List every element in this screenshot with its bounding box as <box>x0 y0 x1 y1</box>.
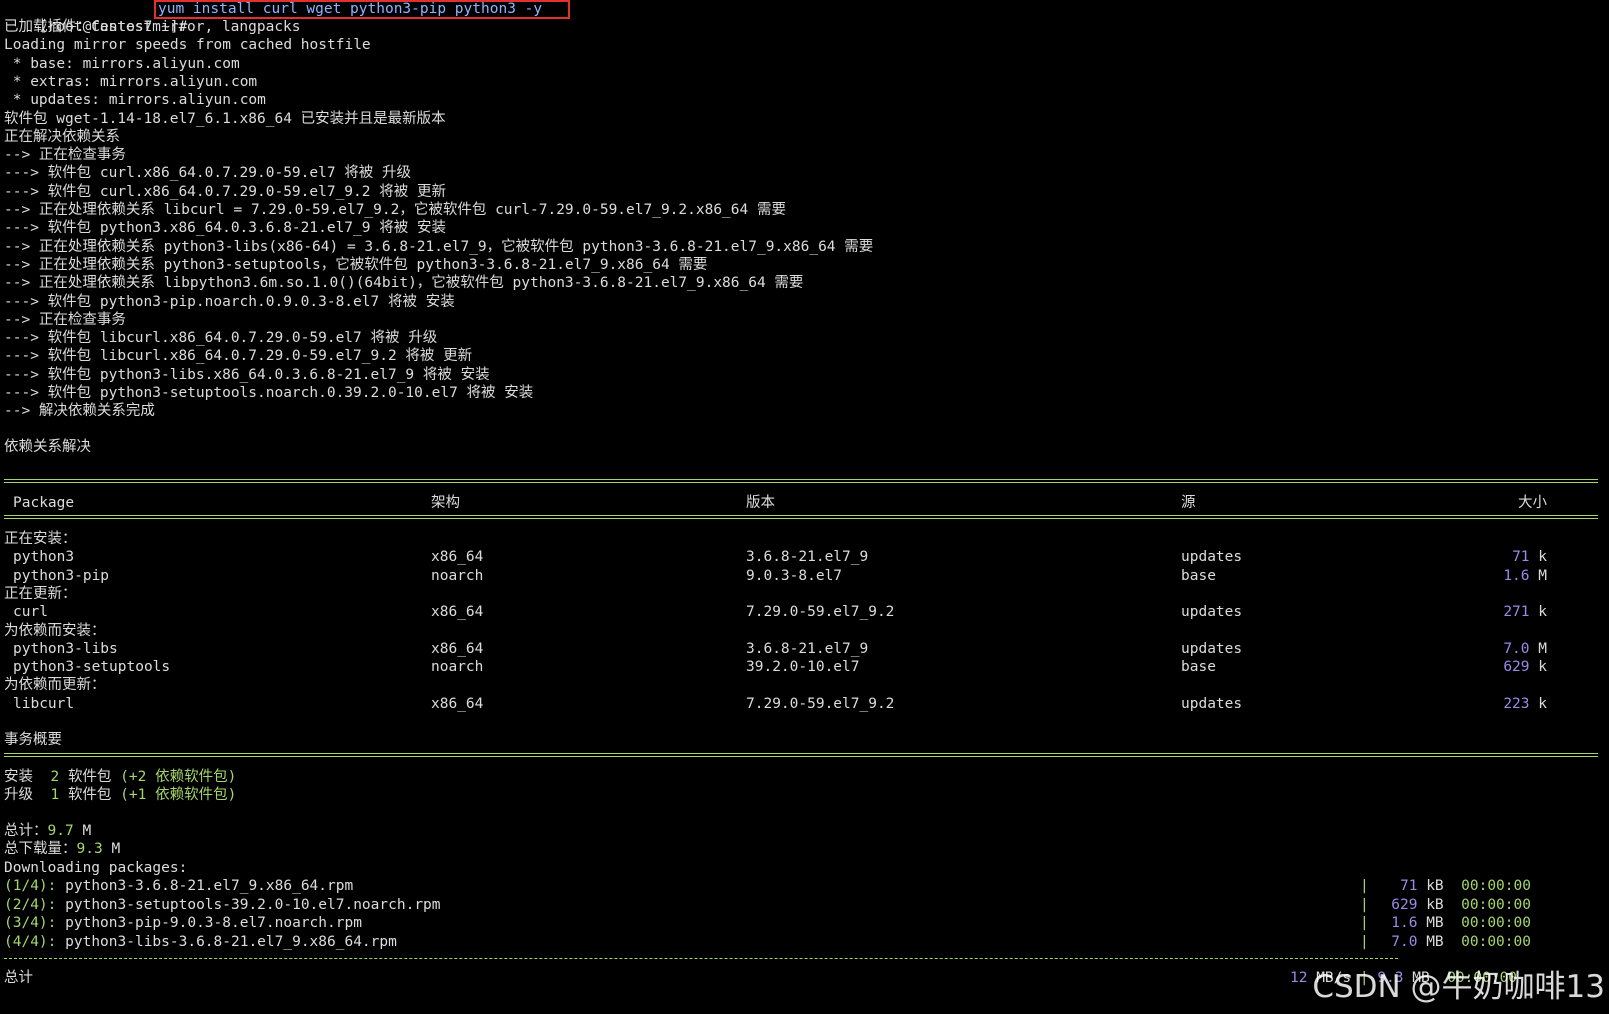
log-line: * extras: mirrors.aliyun.com <box>4 73 258 90</box>
terminal-window[interactable]: [root@Centos7 ~]# yum install curl wget … <box>0 0 1609 1014</box>
downloading-title: Downloading packages: <box>4 860 188 876</box>
summary-upgrade: 升级 1 软件包 (+1 依赖软件包) <box>4 787 237 803</box>
cell-package: python3-pip <box>13 567 110 584</box>
download-stats: | 71 kB 00:00:00 <box>1360 878 1531 894</box>
separator-header <box>4 515 1598 519</box>
cell-size: 1.6 M <box>1503 567 1547 584</box>
download-item: (3/4): python3-pip-9.0.3-8.el7.noarch.rp… <box>4 915 362 931</box>
log-line: --> 正在检查事务 <box>4 311 126 328</box>
table-group-label: 正在更新： <box>4 585 77 602</box>
cell-arch: noarch <box>431 659 484 676</box>
summary-install: 安装 2 软件包 (+2 依赖软件包) <box>4 769 237 785</box>
csdn-watermark: CSDN @牛奶咖啡13 <box>1312 969 1605 1005</box>
header-arch: 架构 <box>431 495 460 511</box>
log-line: * base: mirrors.aliyun.com <box>4 55 240 72</box>
table-group-label: 正在安装： <box>4 531 77 547</box>
log-line: Loading mirror speeds from cached hostfi… <box>4 37 371 54</box>
cell-repo: updates <box>1181 695 1243 712</box>
command-highlight-box <box>154 0 570 19</box>
cell-size: 71 k <box>1512 549 1547 566</box>
table-group-label: 为依赖而安装： <box>4 622 106 639</box>
log-line: ---> 软件包 python3-pip.noarch.0.9.0.3-8.el… <box>4 293 455 310</box>
cell-package: python3-setuptools <box>13 659 171 676</box>
cell-arch: x86_64 <box>431 640 484 657</box>
download-stats: | 7.0 MB 00:00:00 <box>1360 933 1531 950</box>
log-line: ---> 软件包 python3.x86_64.0.3.6.8-21.el7_9… <box>4 220 446 237</box>
cell-repo: base <box>1181 659 1216 676</box>
summary-title: 事务概要 <box>4 732 62 748</box>
download-stats: | 1.6 MB 00:00:00 <box>1360 915 1531 931</box>
cell-arch: noarch <box>431 567 484 584</box>
table-group-label: 为依赖而更新： <box>4 677 106 694</box>
log-line: --> 正在处理依赖关系 python3-setuptools，它被软件包 py… <box>4 256 708 273</box>
cell-size: 629 k <box>1503 659 1547 676</box>
log-line: --> 正在处理依赖关系 python3-libs(x86-64) = 3.6.… <box>4 238 874 255</box>
log-line: --> 正在处理依赖关系 libpython3.6m.so.1.0()(64bi… <box>4 275 804 292</box>
summary-download: 总下载量：9.3 M <box>4 841 121 857</box>
download-stats: | 629 kB 00:00:00 <box>1360 896 1531 913</box>
log-line: ---> 软件包 curl.x86_64.0.7.29.0-59.el7_9.2… <box>4 183 446 200</box>
cell-repo: updates <box>1181 604 1243 621</box>
log-line: * updates: mirrors.aliyun.com <box>4 92 266 109</box>
cell-version: 9.0.3-8.el7 <box>746 567 843 584</box>
cell-repo: base <box>1181 567 1216 584</box>
header-repo: 源 <box>1181 495 1196 511</box>
cell-size: 223 k <box>1503 695 1547 712</box>
log-line: --> 正在处理依赖关系 libcurl = 7.29.0-59.el7_9.2… <box>4 202 786 218</box>
cell-size: 271 k <box>1503 604 1547 621</box>
cell-package: libcurl <box>13 695 75 712</box>
header-size: 大小 <box>1518 495 1547 511</box>
summary-total: 总计：9.7 M <box>4 823 92 839</box>
log-line: 软件包 wget-1.14-18.el7_6.1.x86_64 已安装并且是最新… <box>4 110 446 127</box>
separator-downloads <box>4 958 1398 959</box>
separator-top <box>4 479 1598 483</box>
log-line: 正在解决依赖关系 <box>4 128 120 145</box>
separator-summary <box>4 753 1598 757</box>
cell-package: python3 <box>13 549 75 566</box>
log-line: ---> 软件包 libcurl.x86_64.0.7.29.0-59.el7_… <box>4 348 473 365</box>
log-line: ---> 软件包 python3-libs.x86_64.0.3.6.8-21.… <box>4 366 490 383</box>
cell-arch: x86_64 <box>431 604 484 621</box>
download-item: (2/4): python3-setuptools-39.2.0-10.el7.… <box>4 896 441 913</box>
cell-arch: x86_64 <box>431 695 484 712</box>
cell-package: python3-libs <box>13 640 118 657</box>
log-line: ---> 软件包 python3-setuptools.noarch.0.39.… <box>4 385 534 401</box>
cell-repo: updates <box>1181 640 1243 657</box>
cell-repo: updates <box>1181 549 1243 566</box>
log-line: 已加载插件：fastestmirror, langpacks <box>4 19 301 35</box>
cell-package: curl <box>13 604 48 621</box>
log-line: --> 解决依赖关系完成 <box>4 403 155 420</box>
cell-size: 7.0 M <box>1503 640 1547 657</box>
cell-version: 3.6.8-21.el7_9 <box>746 549 869 566</box>
log-line: ---> 软件包 libcurl.x86_64.0.7.29.0-59.el7 … <box>4 330 438 347</box>
download-total-label: 总计 <box>4 970 33 986</box>
log-line: ---> 软件包 curl.x86_64.0.7.29.0-59.el7 将被 … <box>4 165 412 182</box>
cell-version: 7.29.0-59.el7_9.2 <box>746 695 895 712</box>
header-version: 版本 <box>746 495 775 511</box>
cell-version: 7.29.0-59.el7_9.2 <box>746 604 895 621</box>
log-line: --> 正在检查事务 <box>4 147 126 164</box>
download-item: (4/4): python3-libs-3.6.8-21.el7_9.x86_6… <box>4 933 397 950</box>
cell-version: 3.6.8-21.el7_9 <box>746 640 869 657</box>
cell-version: 39.2.0-10.el7 <box>746 659 860 676</box>
resolved-text: 依赖关系解决 <box>4 439 91 455</box>
download-item: (1/4): python3-3.6.8-21.el7_9.x86_64.rpm <box>4 878 354 894</box>
header-package: Package <box>13 495 75 511</box>
cell-arch: x86_64 <box>431 549 484 566</box>
